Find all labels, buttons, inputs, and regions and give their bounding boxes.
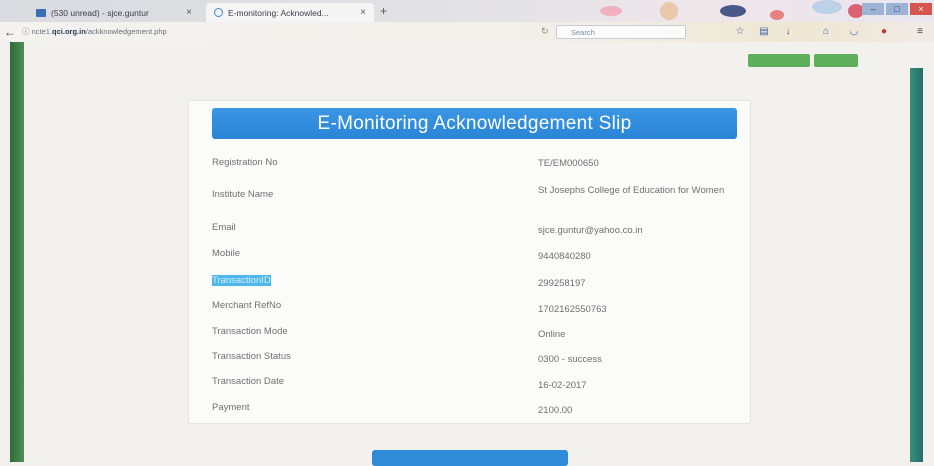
theme-decoration <box>600 6 622 16</box>
minimize-icon[interactable]: – <box>862 3 884 15</box>
label-transaction-mode: Transaction Mode <box>212 326 288 337</box>
theme-decoration <box>660 2 678 20</box>
url-path: /ackknowledgement.php <box>85 27 167 36</box>
theme-decoration <box>812 0 842 14</box>
search-placeholder: Search <box>571 28 595 37</box>
search-input[interactable]: Search <box>556 25 686 39</box>
value-transaction-id: 299258197 <box>538 278 586 289</box>
label-transaction-status: Transaction Status <box>212 351 291 362</box>
reload-icon[interactable]: ↻ <box>541 26 549 37</box>
address-bar[interactable]: ⓘ ncte1.qci.org.in/ackknowledgement.php <box>22 25 542 39</box>
back-arrow-icon[interactable]: ← <box>4 25 16 39</box>
value-registration-no: TE/EM000650 <box>538 158 599 169</box>
maximize-icon[interactable]: □ <box>886 3 908 15</box>
theme-decoration <box>720 5 746 17</box>
home-icon[interactable]: ⌂ <box>820 26 832 38</box>
url-domain: qci.org.in <box>52 27 86 36</box>
new-tab-button[interactable]: + <box>380 4 387 18</box>
library-icon[interactable]: ▤ <box>758 26 770 38</box>
left-sidebar-strip <box>10 42 24 462</box>
tab-mail[interactable]: (530 unread) - sjce.guntur × <box>28 3 200 22</box>
value-merchant-refno: 1702162550763 <box>538 304 607 315</box>
mail-icon <box>36 8 46 17</box>
label-email: Email <box>212 222 236 233</box>
value-institute-name: St Josephs College of Education for Wome… <box>538 185 725 196</box>
value-transaction-mode: Online <box>538 329 566 340</box>
globe-icon <box>214 8 223 17</box>
label-institute-name: Institute Name <box>212 189 274 200</box>
value-mobile: 9440840280 <box>538 251 591 262</box>
menu-icon[interactable]: ≡ <box>914 26 926 38</box>
addon-icon[interactable]: ● <box>878 26 890 38</box>
value-transaction-date: 16-02-2017 <box>538 380 587 391</box>
value-email: sjce.guntur@yahoo.co.in <box>538 225 643 236</box>
browser-tab-strip: (530 unread) - sjce.guntur × E-monitorin… <box>0 0 934 22</box>
label-transaction-id: TransactionID <box>212 275 271 286</box>
header-link-button[interactable] <box>748 54 810 67</box>
tab-title: E-monitoring: Acknowled... <box>228 7 329 18</box>
right-sidebar-strip <box>910 68 923 462</box>
label-transaction-date: Transaction Date <box>212 376 284 387</box>
print-button[interactable] <box>372 450 568 466</box>
tab-e-monitoring[interactable]: E-monitoring: Acknowled... × <box>206 3 374 22</box>
info-icon: ⓘ <box>22 27 30 36</box>
label-payment: Payment <box>212 402 250 413</box>
tab-title: (530 unread) - sjce.guntur <box>51 7 149 18</box>
close-tab-icon[interactable]: × <box>186 7 192 18</box>
slip-title: E-Monitoring Acknowledgement Slip <box>212 108 737 139</box>
close-tab-icon[interactable]: × <box>360 7 366 18</box>
url-prefix: ncte1. <box>31 27 53 36</box>
pocket-icon[interactable]: ◡ <box>848 26 860 38</box>
download-icon[interactable]: ↓ <box>782 26 794 38</box>
label-mobile: Mobile <box>212 248 240 259</box>
close-window-icon[interactable]: × <box>910 3 932 15</box>
theme-decoration <box>770 10 784 20</box>
value-transaction-status: 0300 - success <box>538 354 602 365</box>
label-merchant-refno: Merchant RefNo <box>212 300 282 311</box>
header-link-button[interactable] <box>814 54 858 67</box>
star-icon[interactable]: ☆ <box>734 26 746 38</box>
label-registration-no: Registration No <box>212 157 278 168</box>
navigation-bar: ← ⓘ ncte1.qci.org.in/ackknowledgement.ph… <box>0 22 934 42</box>
value-payment: 2100.00 <box>538 405 573 416</box>
